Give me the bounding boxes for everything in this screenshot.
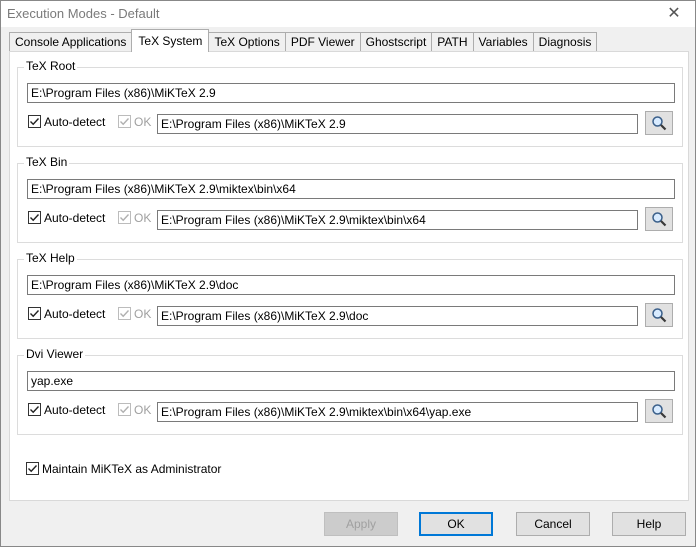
tex-help-input[interactable]: E:\Program Files (x86)\MiKTeX 2.9\doc xyxy=(27,275,675,295)
magnifier-icon xyxy=(652,308,667,323)
tex-root-browse-button[interactable] xyxy=(645,111,673,135)
tex-bin-auto-detect-label: Auto-detect xyxy=(44,211,106,225)
tex-help-auto-detect-label: Auto-detect xyxy=(44,307,106,321)
checkmark-icon xyxy=(30,118,40,126)
tab-pdf-viewer[interactable]: PDF Viewer xyxy=(284,32,360,52)
tex-bin-group: TeX Bin E:\Program Files (x86)\MiKTeX 2.… xyxy=(17,155,683,243)
dvi-viewer-legend: Dvi Viewer xyxy=(24,347,86,361)
magnifier-icon xyxy=(652,116,667,131)
tex-help-legend: TeX Help xyxy=(24,251,77,265)
dvi-viewer-group: Dvi Viewer yap.exe Auto-detect OK E:\Pro… xyxy=(17,347,683,435)
magnifier-icon xyxy=(652,404,667,419)
dvi-viewer-auto-detect-checkbox[interactable] xyxy=(28,403,41,416)
tex-root-ok-checkbox xyxy=(118,115,131,128)
maintain-admin-label: Maintain MiKTeX as Administrator xyxy=(42,462,222,476)
window-title: Execution Modes - Default xyxy=(7,6,160,21)
dvi-viewer-input[interactable]: yap.exe xyxy=(27,371,675,391)
tab-path[interactable]: PATH xyxy=(431,32,473,52)
maintain-admin-checkbox[interactable] xyxy=(26,462,39,475)
tex-bin-detected-path: E:\Program Files (x86)\MiKTeX 2.9\miktex… xyxy=(157,210,638,230)
tex-root-auto-detect-label: Auto-detect xyxy=(44,115,106,129)
dvi-viewer-browse-button[interactable] xyxy=(645,399,673,423)
tex-bin-ok-checkbox xyxy=(118,211,131,224)
close-button[interactable]: ✕ xyxy=(661,3,687,25)
tex-system-panel: TeX Root E:\Program Files (x86)\MiKTeX 2… xyxy=(9,51,689,501)
checkmark-icon xyxy=(120,214,130,222)
tex-root-input[interactable]: E:\Program Files (x86)\MiKTeX 2.9 xyxy=(27,83,675,103)
tex-root-group: TeX Root E:\Program Files (x86)\MiKTeX 2… xyxy=(17,59,683,147)
close-icon: ✕ xyxy=(667,5,681,22)
title-bar: Execution Modes - Default ✕ xyxy=(1,1,695,27)
tex-help-detected-path: E:\Program Files (x86)\MiKTeX 2.9\doc xyxy=(157,306,638,326)
dvi-viewer-ok-label: OK xyxy=(134,403,152,417)
tab-console-applications[interactable]: Console Applications xyxy=(9,32,132,52)
tab-ghostscript[interactable]: Ghostscript xyxy=(359,32,432,52)
tex-help-browse-button[interactable] xyxy=(645,303,673,327)
tex-bin-browse-button[interactable] xyxy=(645,207,673,231)
checkmark-icon xyxy=(120,406,130,414)
dvi-viewer-ok-checkbox xyxy=(118,403,131,416)
tex-bin-ok-label: OK xyxy=(134,211,152,225)
apply-button[interactable]: Apply xyxy=(324,512,398,536)
checkmark-icon xyxy=(30,214,40,222)
dialog-window: Execution Modes - Default ✕ Console Appl… xyxy=(0,0,696,547)
ok-button[interactable]: OK xyxy=(419,512,493,536)
dvi-viewer-detected-path: E:\Program Files (x86)\MiKTeX 2.9\miktex… xyxy=(157,402,638,422)
tex-bin-auto-detect-checkbox[interactable] xyxy=(28,211,41,224)
tex-help-ok-checkbox xyxy=(118,307,131,320)
checkmark-icon xyxy=(120,310,130,318)
cancel-button[interactable]: Cancel xyxy=(516,512,590,536)
checkmark-icon xyxy=(28,465,38,473)
dvi-viewer-auto-detect-label: Auto-detect xyxy=(44,403,106,417)
tex-bin-legend: TeX Bin xyxy=(24,155,70,169)
tab-strip: Console Applications TeX System TeX Opti… xyxy=(9,29,598,52)
tex-help-auto-detect-checkbox[interactable] xyxy=(28,307,41,320)
checkmark-icon xyxy=(30,310,40,318)
tex-bin-input[interactable]: E:\Program Files (x86)\MiKTeX 2.9\miktex… xyxy=(27,179,675,199)
checkmark-icon xyxy=(30,406,40,414)
tab-diagnosis[interactable]: Diagnosis xyxy=(532,32,598,52)
tex-root-legend: TeX Root xyxy=(24,59,78,73)
tex-root-detected-path: E:\Program Files (x86)\MiKTeX 2.9 xyxy=(157,114,638,134)
tex-help-ok-label: OK xyxy=(134,307,152,321)
tab-variables[interactable]: Variables xyxy=(472,32,533,52)
tab-tex-system[interactable]: TeX System xyxy=(131,29,210,52)
tex-root-ok-label: OK xyxy=(134,115,152,129)
help-button[interactable]: Help xyxy=(612,512,686,536)
tex-help-group: TeX Help E:\Program Files (x86)\MiKTeX 2… xyxy=(17,251,683,339)
magnifier-icon xyxy=(652,212,667,227)
checkmark-icon xyxy=(120,118,130,126)
tex-root-auto-detect-checkbox[interactable] xyxy=(28,115,41,128)
tab-tex-options[interactable]: TeX Options xyxy=(209,32,285,52)
